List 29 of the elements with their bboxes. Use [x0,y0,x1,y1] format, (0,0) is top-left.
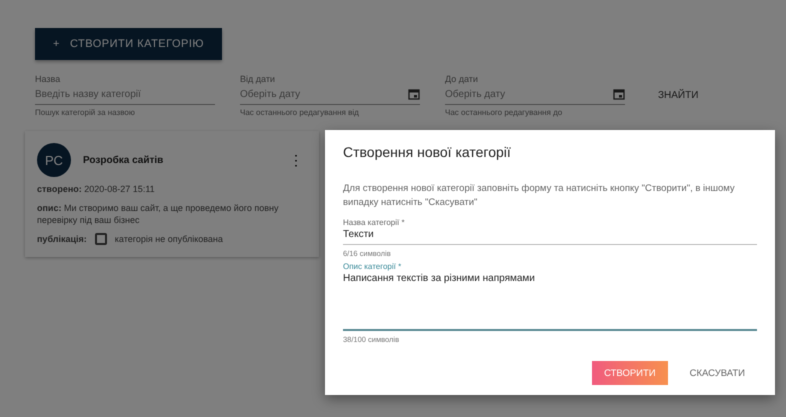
card-description: опис: Ми створимо ваш сайт, а ще проведемо його повну перевірку під ваш бізнес [37,202,280,227]
cancel-button[interactable]: СКАСУВАТИ [678,361,757,385]
filter-hint: Час останнього редагування від [240,108,360,117]
publish-checkbox[interactable] [94,232,107,245]
dialog-title: Створення нової категорії [343,144,512,160]
avatar: РС [37,143,71,177]
calendar-icon[interactable] [613,88,625,100]
created-date: створено: 2020-08-27 15:11 [37,183,156,196]
field-label: Опис категорії * [343,262,402,271]
dialog-text: Для створення нової категорії заповніть форму та натисніть кнопку "Створити", в іншому випадку натисніть "Скасувати" [343,182,736,210]
name-field[interactable]: Тексти [343,226,757,245]
publish-label: публікація: [37,234,87,244]
filter-hint: Час останнього редагування до [445,108,564,117]
date-field[interactable]: Оберіть дату [445,88,613,100]
create-category-button[interactable]: + СТВОРИТИ КАТЕГОРІЮ [35,28,222,60]
create-button[interactable]: СТВОРИТИ [592,361,668,385]
field-label: Назва категорії * [343,218,406,227]
card-title: Розробка сайтів [83,154,164,166]
filter-hint: Пошук категорій за назвою [35,108,136,117]
search-button[interactable]: ЗНАЙТИ [650,84,706,107]
date-field[interactable]: Оберіть дату [240,88,408,100]
filter-label: Від дати [240,74,276,84]
more-menu-button[interactable]: ⋮ [285,152,307,168]
calendar-icon[interactable] [408,88,420,100]
publish-status: категорія не опублікована [114,234,223,244]
filter-label: До дати [445,74,479,84]
filter-label: Назва [35,74,62,84]
description-field[interactable]: Написання текстів за різними напрямами [343,270,757,331]
search-field[interactable]: Введіть назву категорії [35,88,215,100]
